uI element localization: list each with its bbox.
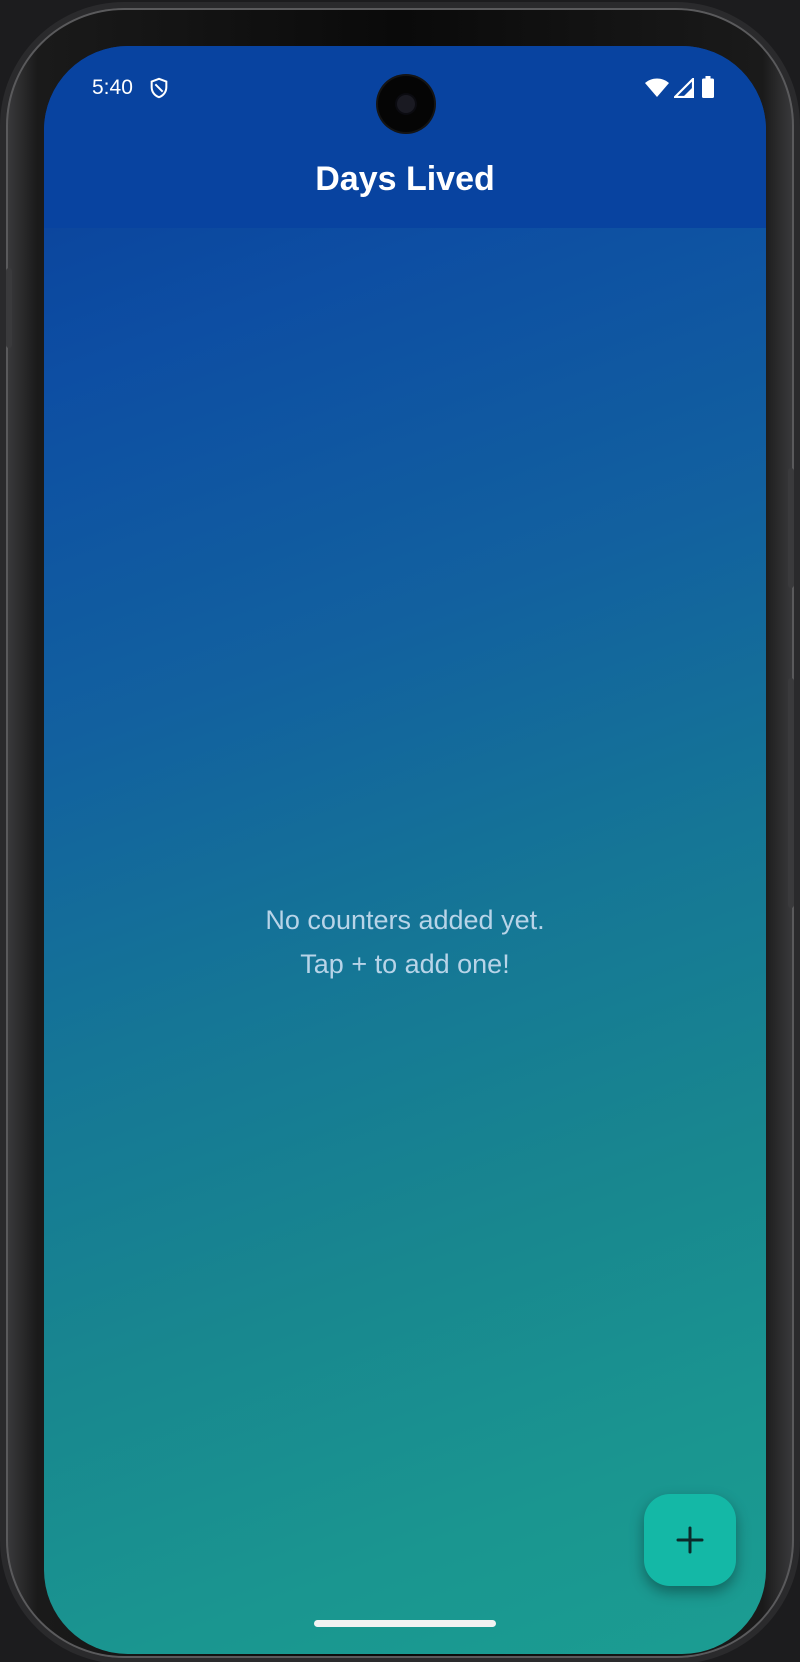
power-button (788, 468, 794, 588)
page-title: Days Lived (315, 160, 495, 198)
shield-icon (150, 77, 168, 99)
home-indicator[interactable] (314, 1620, 496, 1627)
empty-state-line-2: Tap + to add one! (300, 949, 510, 979)
empty-state-line-1: No counters added yet. (265, 905, 545, 935)
add-counter-button[interactable] (644, 1494, 736, 1586)
side-button (6, 268, 12, 348)
battery-icon (702, 76, 714, 98)
front-camera (378, 76, 434, 132)
plus-icon (676, 1526, 704, 1554)
status-bar: 5:40 (44, 46, 766, 136)
empty-state-message: No counters added yet. Tap + to add one! (44, 898, 766, 986)
app-screen: 5:40 Days Lived No counters added yet. T… (44, 46, 766, 1654)
status-time: 5:40 (92, 76, 133, 99)
signal-icon (674, 78, 694, 98)
phone-frame: 5:40 Days Lived No counters added yet. T… (6, 8, 794, 1658)
wifi-icon (645, 78, 669, 97)
volume-button (788, 678, 794, 908)
